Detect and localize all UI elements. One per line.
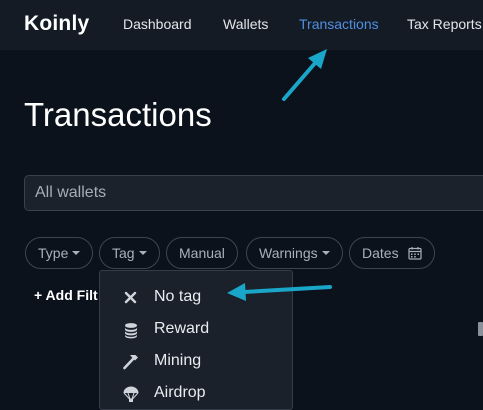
- type-filter-label: Type: [38, 245, 69, 261]
- calendar-icon: [408, 247, 423, 260]
- menu-item-airdrop[interactable]: Airdrop: [100, 377, 292, 409]
- nav-wallets[interactable]: Wallets: [223, 16, 268, 32]
- caret-down-icon: [321, 251, 330, 256]
- warnings-filter-label: Warnings: [259, 245, 318, 261]
- hammer-icon: [123, 355, 138, 370]
- warnings-filter-button[interactable]: Warnings: [246, 237, 343, 269]
- koinly-logo[interactable]: Koinly: [24, 12, 89, 36]
- arrow-to-transactions-icon: [282, 49, 327, 101]
- nav-transactions[interactable]: Transactions: [299, 16, 379, 32]
- top-navbar: Koinly Dashboard Wallets Transactions Ta…: [0, 0, 483, 50]
- tag-filter-button[interactable]: Tag: [99, 237, 160, 269]
- caret-down-icon: [72, 251, 81, 256]
- menu-item-no-tag[interactable]: No tag: [100, 281, 292, 313]
- dates-filter-button[interactable]: Dates: [349, 237, 436, 269]
- menu-item-mining[interactable]: Mining: [100, 345, 292, 377]
- manual-filter-label: Manual: [179, 245, 225, 261]
- add-filter-button[interactable]: + Add Filt: [34, 287, 98, 303]
- menu-item-label: Mining: [154, 352, 202, 369]
- menu-item-label: Reward: [154, 320, 210, 337]
- menu-item-label: No tag: [154, 288, 202, 305]
- coins-icon: [125, 323, 137, 339]
- manual-filter-button[interactable]: Manual: [166, 237, 238, 269]
- caret-down-icon: [138, 251, 147, 256]
- truncated-edge-element: [478, 322, 483, 336]
- wallet-filter-input[interactable]: [24, 175, 483, 211]
- nav-tax-reports[interactable]: Tax Reports: [407, 16, 482, 32]
- dates-filter-label: Dates: [362, 245, 399, 261]
- nav-dashboard[interactable]: Dashboard: [123, 16, 192, 32]
- tag-dropdown-menu: No tag Reward Mining Airdrop: [99, 270, 293, 410]
- menu-item-label: Airdrop: [154, 384, 206, 401]
- tag-filter-label: Tag: [112, 245, 135, 261]
- close-icon: [124, 291, 137, 304]
- parachute-icon: [123, 386, 139, 402]
- page-title: Transactions: [24, 96, 212, 133]
- menu-item-reward[interactable]: Reward: [100, 313, 292, 345]
- type-filter-button[interactable]: Type: [25, 237, 94, 269]
